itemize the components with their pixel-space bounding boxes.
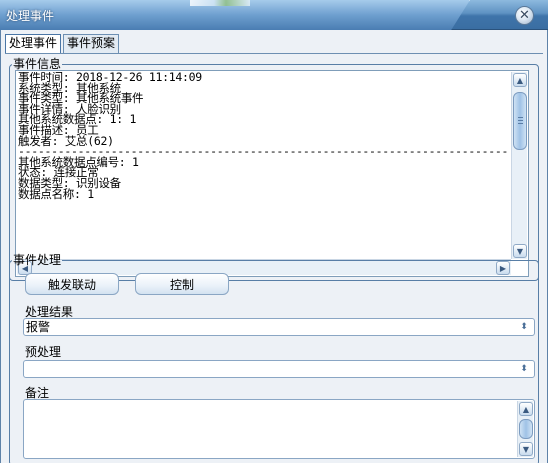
tab-divider <box>5 53 543 54</box>
event-info-text: 事件时间: 2018-12-26 11:14:09 系统类型: 其他系统 事件类… <box>18 72 510 260</box>
scroll-thumb[interactable] <box>513 92 527 150</box>
scroll-up-button[interactable]: ▲ <box>519 402 533 416</box>
window-title: 处理事件 <box>6 9 55 23</box>
updown-icon: ⬍ <box>520 364 528 374</box>
grip-icon <box>518 120 523 121</box>
updown-icon: ⬍ <box>520 322 528 332</box>
tab-bar: 处理事件 事件预案 <box>5 34 120 54</box>
tab-event-plan[interactable]: 事件预案 <box>63 34 120 53</box>
arrow-down-icon: ▼ <box>522 444 530 454</box>
info-vertical-scrollbar[interactable]: ▲ ▼ <box>511 72 527 259</box>
event-handling-title: 事件处理 <box>13 253 62 267</box>
result-select[interactable]: 报警 ⬍ <box>23 318 535 336</box>
info-line: 触发者: 艾总(62) <box>18 133 114 148</box>
event-info-textbox[interactable]: 事件时间: 2018-12-26 11:14:09 系统类型: 其他系统 事件类… <box>15 70 529 277</box>
scroll-down-button[interactable]: ▼ <box>519 442 533 456</box>
scroll-up-button[interactable]: ▲ <box>513 73 527 87</box>
remark-textarea[interactable]: ▲ ▼ <box>23 399 535 459</box>
dialog-body: 处理事件 事件预案 事件信息 事件时间: 2018-12-26 11:14:09… <box>0 30 548 463</box>
grip-icon <box>518 123 523 124</box>
tab-handle-event[interactable]: 处理事件 <box>5 34 62 54</box>
close-icon: ✕ <box>519 8 530 23</box>
preprocess-select[interactable]: ⬍ <box>23 360 535 378</box>
trigger-linkage-button[interactable]: 触发联动 <box>25 273 119 295</box>
remark-scrollbar[interactable]: ▲ ▼ <box>517 401 533 457</box>
arrow-up-icon: ▲ <box>522 404 530 414</box>
preprocess-label: 预处理 <box>25 345 62 359</box>
info-line: 数据点名称: 1 <box>18 186 94 201</box>
title-bar[interactable]: 处理事件 ✕ <box>0 0 548 30</box>
title-decoration <box>190 0 250 6</box>
result-value: 报警 <box>26 320 51 334</box>
grip-icon <box>518 117 523 118</box>
arrow-up-icon: ▲ <box>516 75 524 85</box>
close-button[interactable]: ✕ <box>515 6 534 25</box>
control-button[interactable]: 控制 <box>135 273 229 295</box>
scroll-thumb[interactable] <box>519 419 533 439</box>
